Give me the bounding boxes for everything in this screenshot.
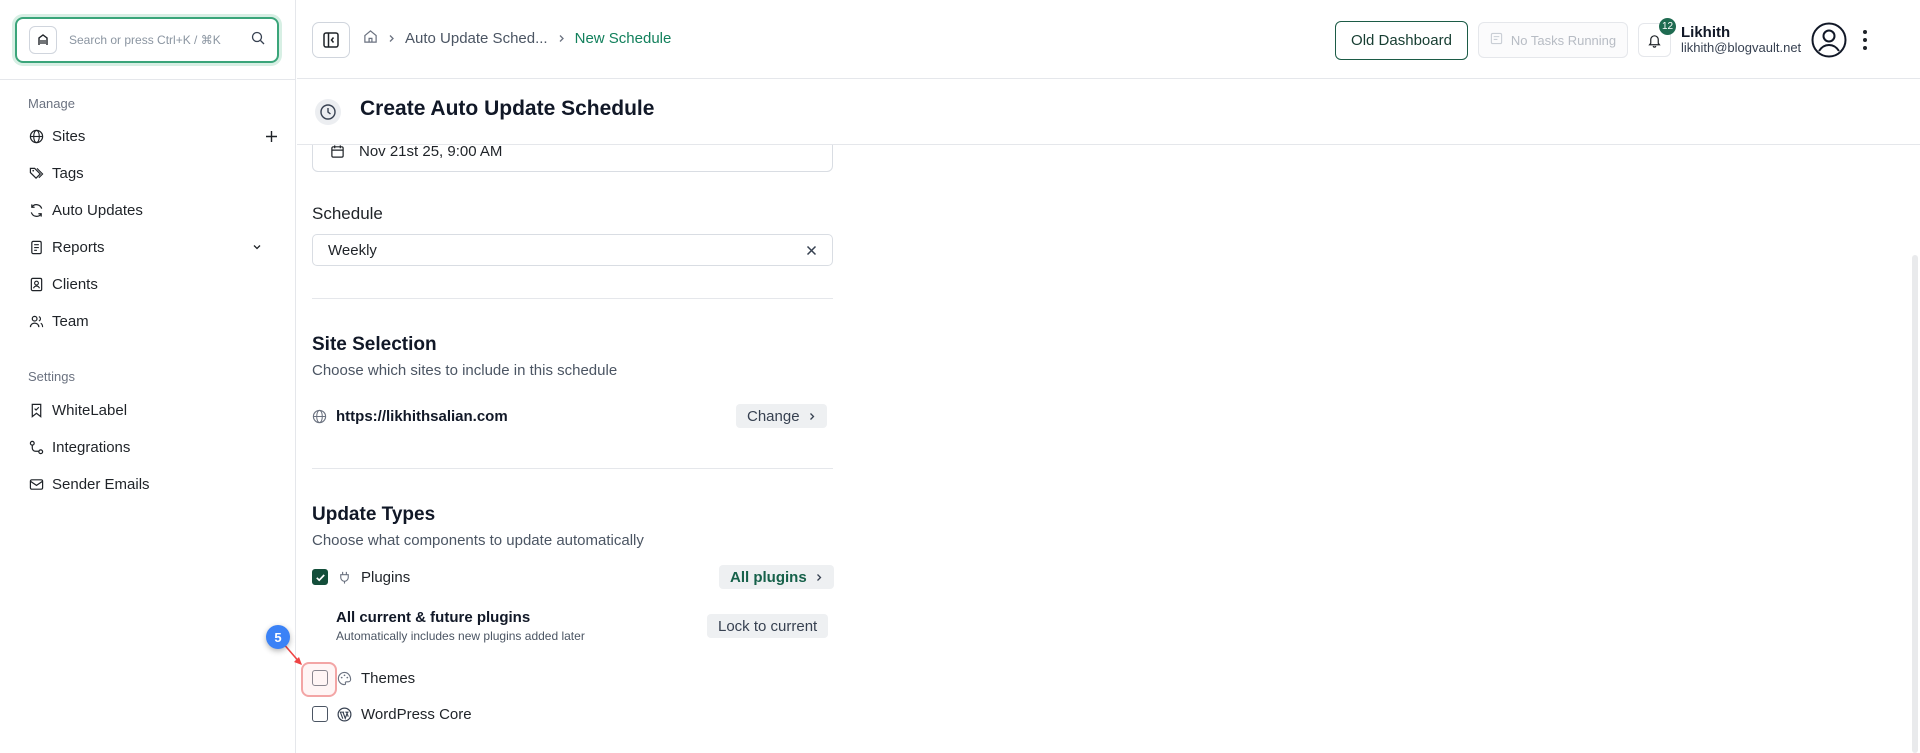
- chevron-right-icon: [557, 34, 566, 43]
- annotation-highlight: [301, 662, 337, 697]
- schedule-form: Nov 21st 25, 9:00 AM Schedule Weekly Sit…: [297, 145, 1920, 753]
- site-selection-title: Site Selection: [312, 334, 437, 355]
- all-plugins-button[interactable]: All plugins: [719, 565, 834, 589]
- avatar[interactable]: [1811, 22, 1847, 58]
- globe-icon: [312, 409, 327, 424]
- sidebar-item-team[interactable]: Team: [28, 306, 278, 336]
- wordpress-icon: [337, 707, 352, 722]
- change-sites-button[interactable]: Change: [736, 404, 827, 428]
- sidebar-item-label: WhiteLabel: [52, 401, 128, 419]
- divider: [312, 468, 833, 469]
- sidebar-item-tags[interactable]: Tags: [28, 158, 278, 188]
- search-input[interactable]: Search or press Ctrl+K / ⌘K: [69, 33, 251, 47]
- page-title-bar: Create Auto Update Schedule: [297, 80, 1920, 145]
- notification-count-badge: 12: [1659, 18, 1677, 35]
- wordpress-core-label: WordPress Core: [361, 705, 472, 723]
- globe-icon: [28, 128, 44, 144]
- schedule-label: Schedule: [312, 204, 383, 223]
- home-icon[interactable]: [363, 29, 378, 48]
- calendar-icon: [330, 145, 345, 159]
- breadcrumb-current: New Schedule: [574, 30, 672, 47]
- sidebar-item-label: Auto Updates: [52, 201, 143, 219]
- sidebar-item-label: Integrations: [52, 438, 131, 456]
- page-title: Create Auto Update Schedule: [360, 97, 655, 120]
- sidebar-item-whitelabel[interactable]: WhiteLabel: [28, 395, 278, 425]
- sidebar-item-sender-emails[interactable]: Sender Emails: [28, 469, 278, 499]
- start-date-field[interactable]: Nov 21st 25, 9:00 AM: [312, 145, 833, 172]
- sidebar-item-label: Tags: [52, 164, 84, 182]
- update-types-title: Update Types: [312, 504, 436, 525]
- scrollbar[interactable]: [1912, 255, 1918, 753]
- plug-icon: [337, 570, 352, 585]
- sidebar-item-auto-updates[interactable]: Auto Updates: [28, 195, 278, 225]
- update-types-description: Choose what components to update automat…: [312, 532, 644, 549]
- plugins-row: Plugins: [312, 564, 410, 590]
- sidebar-toggle-button[interactable]: [312, 22, 350, 58]
- user-name: Likhith: [1681, 24, 1731, 41]
- breadcrumb: Auto Update Sched... New Schedule: [363, 29, 671, 48]
- plugins-checkbox[interactable]: [312, 569, 328, 585]
- search-box[interactable]: Search or press Ctrl+K / ⌘K: [15, 17, 279, 63]
- bookmark-icon: [28, 402, 44, 418]
- clock-icon: [315, 99, 341, 125]
- chevron-right-icon: [808, 412, 816, 421]
- divider: [312, 298, 833, 299]
- chevron-down-icon[interactable]: [252, 242, 262, 252]
- panel-collapse-icon: [323, 32, 339, 48]
- top-header: Auto Update Sched... New Schedule Old Da…: [297, 0, 1920, 79]
- sidebar-item-label: Sender Emails: [52, 475, 150, 493]
- check-icon: [315, 573, 325, 581]
- palette-icon: [337, 671, 352, 686]
- future-plugins-title: All current & future plugins: [336, 609, 531, 626]
- clear-icon[interactable]: [806, 245, 817, 256]
- route-icon: [28, 439, 44, 455]
- users-icon: [28, 313, 44, 329]
- logo-icon[interactable]: [29, 26, 57, 54]
- sidebar: Search or press Ctrl+K / ⌘K Manage Sites…: [0, 0, 296, 753]
- tags-icon: [28, 165, 44, 181]
- change-sites-label: Change: [747, 407, 800, 425]
- schedule-select[interactable]: Weekly: [312, 234, 833, 266]
- search-icon[interactable]: [251, 31, 265, 50]
- sidebar-item-label: Team: [52, 312, 89, 330]
- tasks-status-button[interactable]: No Tasks Running: [1478, 22, 1628, 58]
- old-dashboard-button[interactable]: Old Dashboard: [1335, 21, 1468, 60]
- sidebar-item-label: Reports: [52, 238, 105, 256]
- chevron-right-icon: [387, 34, 396, 43]
- sidebar-item-label: Sites: [52, 127, 86, 145]
- lock-to-current-button[interactable]: Lock to current: [707, 614, 829, 638]
- start-date-value: Nov 21st 25, 9:00 AM: [359, 145, 503, 160]
- chevron-right-icon: [815, 573, 823, 582]
- settings-section-label: Settings: [28, 369, 75, 384]
- wordpress-core-row: WordPress Core: [312, 701, 472, 727]
- future-plugins-description: Automatically includes new plugins added…: [336, 629, 585, 643]
- sidebar-item-integrations[interactable]: Integrations: [28, 432, 278, 462]
- user-circle-icon: [1811, 22, 1847, 58]
- themes-label: Themes: [361, 669, 416, 687]
- refresh-icon: [28, 202, 44, 218]
- manage-section-label: Manage: [28, 96, 75, 111]
- sidebar-item-label: Clients: [52, 275, 98, 293]
- sidebar-item-reports[interactable]: Reports: [28, 232, 278, 262]
- all-plugins-label: All plugins: [730, 568, 807, 586]
- selected-site-url: https://likhithsalian.com: [336, 407, 508, 425]
- report-icon: [28, 239, 44, 255]
- tasks-icon: [1490, 32, 1503, 48]
- step-badge: 5: [266, 625, 290, 649]
- sidebar-item-clients[interactable]: Clients: [28, 269, 278, 299]
- sidebar-divider: [0, 79, 296, 80]
- plus-icon[interactable]: [265, 130, 278, 143]
- plugins-label: Plugins: [361, 568, 411, 586]
- mail-icon: [28, 476, 44, 492]
- bell-icon: [1648, 34, 1661, 48]
- wordpress-core-checkbox[interactable]: [312, 706, 328, 722]
- site-selection-description: Choose which sites to include in this sc…: [312, 362, 618, 379]
- sidebar-item-sites[interactable]: Sites: [28, 121, 278, 151]
- more-menu-icon[interactable]: [1859, 26, 1871, 54]
- user-email: likhith@blogvault.net: [1681, 40, 1802, 55]
- schedule-value: Weekly: [328, 241, 377, 259]
- tasks-status-label: No Tasks Running: [1510, 32, 1617, 48]
- contact-icon: [28, 276, 44, 292]
- breadcrumb-parent-link[interactable]: Auto Update Sched...: [405, 30, 548, 47]
